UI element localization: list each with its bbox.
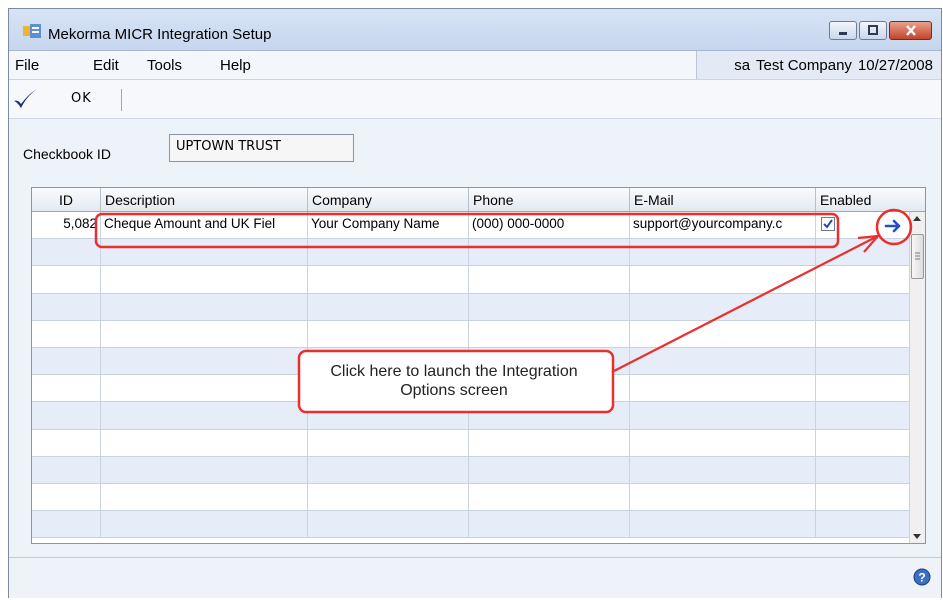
cell-phone[interactable]: (000) 000-0000	[469, 212, 630, 239]
scroll-down-icon[interactable]	[912, 533, 922, 541]
scrollbar-thumb[interactable]	[911, 234, 924, 279]
table-row[interactable]	[32, 320, 909, 348]
close-icon	[905, 25, 916, 36]
callout-text: Click here to launch the Integration Opt…	[300, 362, 608, 400]
menu-edit[interactable]: Edit	[93, 57, 119, 74]
app-icon	[23, 24, 41, 38]
callout-line-1: Click here to launch the Integration	[330, 363, 578, 380]
grip-icon	[915, 252, 920, 260]
table-row[interactable]	[32, 511, 909, 539]
col-id[interactable]: ID	[32, 188, 101, 211]
window-title: Mekorma MICR Integration Setup	[48, 26, 272, 43]
grid-header: ID Description Company Phone E-Mail Enab…	[32, 188, 925, 212]
table-row[interactable]	[32, 293, 909, 321]
title-bar: Mekorma MICR Integration Setup	[9, 9, 941, 51]
table-row[interactable]	[32, 429, 909, 457]
col-company[interactable]: Company	[308, 188, 469, 211]
table-row[interactable]	[32, 402, 909, 430]
toolbar-separator	[121, 89, 122, 111]
integration-options-button[interactable]	[880, 215, 906, 237]
minimize-button[interactable]	[829, 21, 857, 40]
table-row[interactable]	[32, 456, 909, 484]
user-name: sa	[734, 56, 751, 74]
callout-line-2: Options screen	[400, 382, 508, 399]
toolbar: OK	[9, 80, 941, 119]
arrow-right-icon	[884, 219, 901, 233]
svg-text:?: ?	[918, 571, 925, 585]
table-row[interactable]	[32, 266, 909, 294]
table-row[interactable]	[32, 483, 909, 512]
enabled-checkbox[interactable]	[821, 217, 835, 231]
maximize-button[interactable]	[859, 21, 887, 40]
scroll-up-icon[interactable]	[912, 214, 922, 222]
menu-file[interactable]: File	[15, 57, 39, 74]
checkbook-id-label: Checkbook ID	[23, 146, 111, 162]
help-icon[interactable]: ?	[913, 568, 931, 586]
menu-help[interactable]: Help	[220, 57, 251, 74]
cell-id[interactable]: 5,082	[32, 212, 101, 239]
user-date: 10/27/2008	[857, 56, 933, 74]
menu-bar: File Edit Tools Help sa Test Company 10/…	[9, 51, 941, 80]
maximize-icon	[868, 25, 878, 35]
table-row[interactable]	[32, 239, 909, 267]
checkmark-icon	[14, 89, 37, 108]
cell-description[interactable]: Cheque Amount and UK Fiel	[101, 212, 308, 239]
user-info: sa Test Company 10/27/2008	[696, 51, 941, 79]
application-window: Mekorma MICR Integration Setup File Edit…	[8, 8, 942, 598]
col-phone[interactable]: Phone	[469, 188, 630, 211]
status-bar: ?	[9, 557, 941, 598]
ok-label: OK	[71, 91, 92, 106]
cell-email[interactable]: support@yourcompany.c	[630, 212, 816, 239]
col-description[interactable]: Description	[101, 188, 308, 211]
ok-button[interactable]: OK	[9, 80, 119, 118]
table-row[interactable]: 5,082 Cheque Amount and UK Fiel Your Com…	[32, 212, 909, 240]
checkbook-id-field[interactable]: UPTOWN TRUST	[169, 134, 354, 162]
vertical-scrollbar[interactable]	[909, 212, 925, 543]
minimize-icon	[839, 32, 847, 35]
col-email[interactable]: E-Mail	[630, 188, 816, 211]
close-button[interactable]	[889, 21, 932, 40]
menu-tools[interactable]: Tools	[147, 57, 182, 74]
company-name: Test Company	[756, 56, 852, 74]
checkbox-check-icon	[823, 219, 833, 229]
cell-company[interactable]: Your Company Name	[308, 212, 469, 239]
col-enabled[interactable]: Enabled	[816, 188, 925, 211]
